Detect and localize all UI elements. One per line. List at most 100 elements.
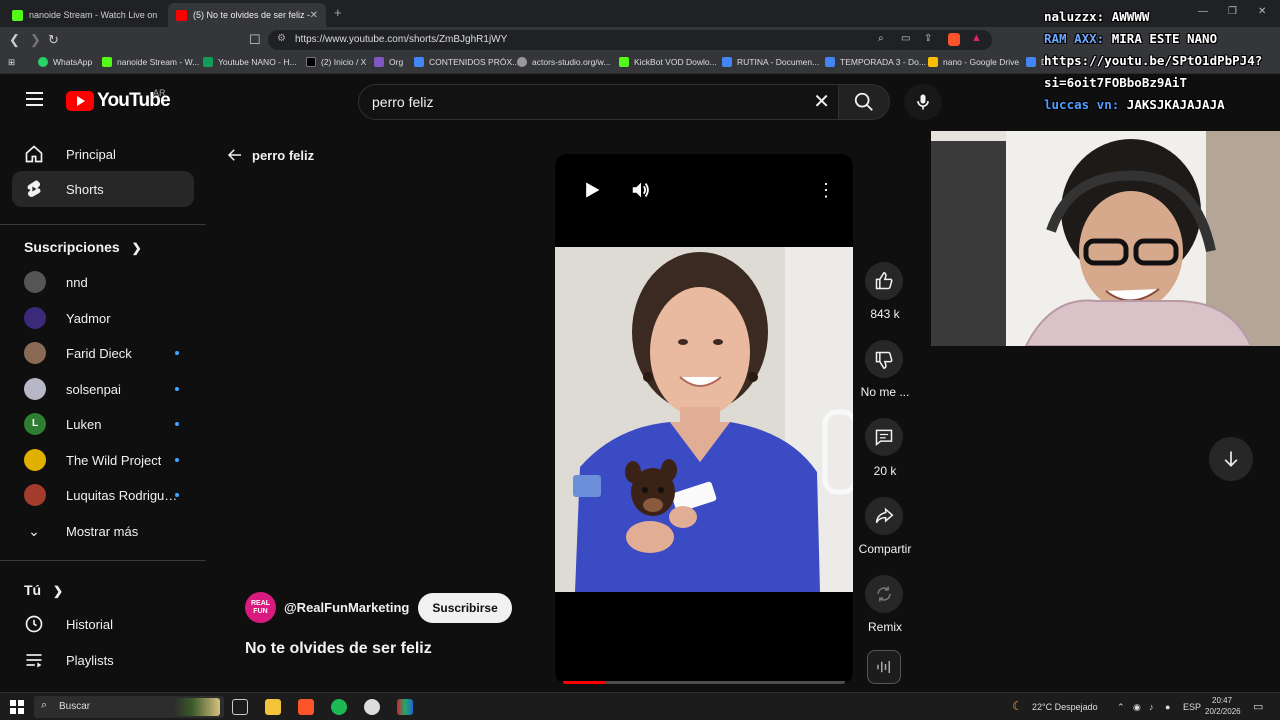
clock-time[interactable]: 20:47 [1212, 696, 1232, 705]
bookmark-icon[interactable]: ☐ [249, 32, 261, 48]
windows-start-icon[interactable] [10, 700, 24, 714]
youtube-favicon-icon [176, 9, 187, 21]
back-to-search-button[interactable]: perro feliz [226, 146, 314, 164]
comments-button[interactable] [865, 418, 903, 456]
youtube-play-icon [66, 91, 94, 111]
site-info-icon[interactable]: ⚙ [277, 33, 286, 44]
bookmark-temporada[interactable]: TEMPORADA 3 - Do... [825, 57, 926, 67]
zoom-icon[interactable]: ⌕ [878, 33, 884, 44]
like-button[interactable] [865, 262, 903, 300]
network-icon[interactable]: ◉ [1133, 702, 1141, 713]
taskbar-search[interactable]: ⌕ Buscar [34, 696, 224, 718]
sidebar-item-shorts[interactable]: Shorts [12, 171, 194, 207]
sidebar-item-luken[interactable]: L Luken [12, 406, 194, 442]
bookmark-actors-studio[interactable]: actors-studio.org/w... [517, 57, 610, 67]
sidebar-item-solsenpai[interactable]: solsenpai [12, 371, 194, 407]
channel-handle[interactable]: @RealFunMarketing [284, 600, 409, 615]
winrar-icon[interactable] [397, 699, 413, 715]
volume-icon[interactable]: ♪ [1149, 702, 1154, 712]
video-progress-bar[interactable] [563, 681, 845, 684]
more-options-icon[interactable]: ⋮ [817, 178, 835, 202]
browser-tab-kick[interactable]: nanoide Stream - Watch Live on Kick [4, 3, 166, 27]
docs-icon [825, 57, 835, 67]
avatar [24, 307, 46, 329]
brave-browser-icon[interactable] [298, 699, 314, 715]
back-icon[interactable]: ❮ [9, 32, 20, 48]
sidebar-item-nnd[interactable]: nnd [12, 264, 194, 300]
clock-date[interactable]: 20/2/2026 [1205, 707, 1241, 716]
thumbs-down-icon [875, 351, 893, 370]
bookmark-whatsapp[interactable]: WhatsApp [38, 57, 92, 67]
streamer-webcam-image [931, 131, 1280, 346]
sidebar-item-playlists[interactable]: Playlists [12, 642, 194, 678]
reload-icon[interactable]: ↻ [48, 32, 59, 48]
menu-icon[interactable] [26, 92, 43, 106]
bookmark-org[interactable]: Org [374, 57, 403, 67]
sidebar-divider [0, 224, 206, 225]
close-tab-icon[interactable]: ✕ [310, 10, 318, 21]
address-bar[interactable]: ⚙ https://www.youtube.com/shorts/ZmBJghR… [268, 30, 992, 50]
show-hidden-icons-icon[interactable]: ⌃ [1117, 702, 1125, 713]
volume-icon[interactable] [630, 179, 652, 201]
channel-avatar[interactable]: REAL FUN [245, 592, 276, 623]
you-header[interactable]: Tú ❯ [24, 582, 63, 598]
bookmark-drive[interactable]: nano - Google Drive [928, 57, 1019, 67]
brave-shield-icon[interactable] [948, 33, 960, 46]
sidebar-item-yadmor[interactable]: Yadmor [12, 300, 194, 336]
webcam-overlay [931, 131, 1280, 346]
sidebar-item-the-wild-project[interactable]: The Wild Project [12, 442, 194, 478]
avatar: L [24, 413, 46, 435]
subscribe-button[interactable]: Suscribirse [418, 592, 512, 623]
play-icon[interactable] [582, 180, 602, 200]
microphone-icon[interactable]: ● [1165, 702, 1170, 712]
file-explorer-icon[interactable] [265, 699, 281, 715]
bookmark-kickbot[interactable]: KickBot VOD Dowlo... [619, 57, 717, 67]
share-button[interactable] [865, 497, 903, 535]
new-tab-button[interactable]: + [334, 5, 342, 20]
kickbot-icon [619, 57, 629, 67]
subscriptions-header[interactable]: Suscripciones ❯ [24, 239, 142, 255]
tab-title: nanoide Stream - Watch Live on Kick [29, 10, 158, 20]
url-text: https://www.youtube.com/shorts/ZmBJghR1j… [295, 34, 508, 45]
dislike-button[interactable] [865, 340, 903, 378]
search-input[interactable]: perro feliz ✕ [358, 84, 838, 120]
clear-search-icon[interactable]: ✕ [813, 90, 830, 114]
forward-icon[interactable]: ❯ [30, 32, 41, 48]
search-button[interactable] [838, 84, 890, 120]
chevron-down-icon: ⌄ [28, 523, 40, 539]
language-indicator[interactable]: ESP [1183, 702, 1201, 712]
voice-search-button[interactable] [904, 84, 942, 120]
avatar [24, 378, 46, 400]
browser-tab-youtube[interactable]: (5) No te olvides de ser feliz - Yo ✕ [168, 3, 326, 27]
bookmark-rutina[interactable]: RUTINA - Documen... [722, 57, 819, 67]
sound-button[interactable] [867, 650, 901, 684]
weather-text[interactable]: 22°C Despejado [1032, 702, 1098, 712]
bookmark-kick[interactable]: nanoide Stream - W... [102, 57, 199, 67]
remix-button[interactable] [865, 575, 903, 613]
like-count: 843 k [870, 307, 900, 321]
brave-rewards-icon[interactable]: ▲ [971, 32, 982, 44]
sidebar-item-luquitas-rodriguez[interactable]: Luquitas Rodriguez [12, 477, 194, 513]
cast-icon[interactable]: ▭ [901, 33, 910, 44]
apps-grid-icon[interactable]: ⊞ [8, 57, 15, 68]
sidebar-item-history[interactable]: Historial [12, 606, 194, 642]
bookmark-x[interactable]: (2) Inicio / X [306, 57, 366, 67]
bookmark-contenidos[interactable]: CONTENIDOS PRÓX... [414, 57, 519, 67]
sidebar-show-more[interactable]: ⌄ Mostrar más [12, 513, 194, 549]
shorts-player[interactable]: ⋮ [555, 154, 853, 684]
arrow-left-icon [227, 149, 241, 161]
arrow-down-icon [1224, 451, 1238, 467]
bookmark-sheets[interactable]: Youtube NANO - H... [203, 57, 297, 67]
video-frame[interactable] [555, 247, 853, 592]
task-view-icon[interactable] [232, 699, 248, 715]
sidebar-item-home[interactable]: Principal [12, 136, 194, 172]
next-short-button[interactable] [1209, 437, 1253, 481]
remix-icon [877, 586, 891, 602]
video-content-image [555, 247, 853, 592]
notifications-icon[interactable]: ▭ [1253, 700, 1263, 713]
spotify-icon[interactable] [331, 699, 347, 715]
share-icon[interactable]: ⇪ [924, 33, 932, 44]
audio-wave-icon [877, 661, 890, 673]
obs-icon[interactable] [364, 699, 380, 715]
sidebar-item-farid-dieck[interactable]: Farid Dieck [12, 335, 194, 371]
